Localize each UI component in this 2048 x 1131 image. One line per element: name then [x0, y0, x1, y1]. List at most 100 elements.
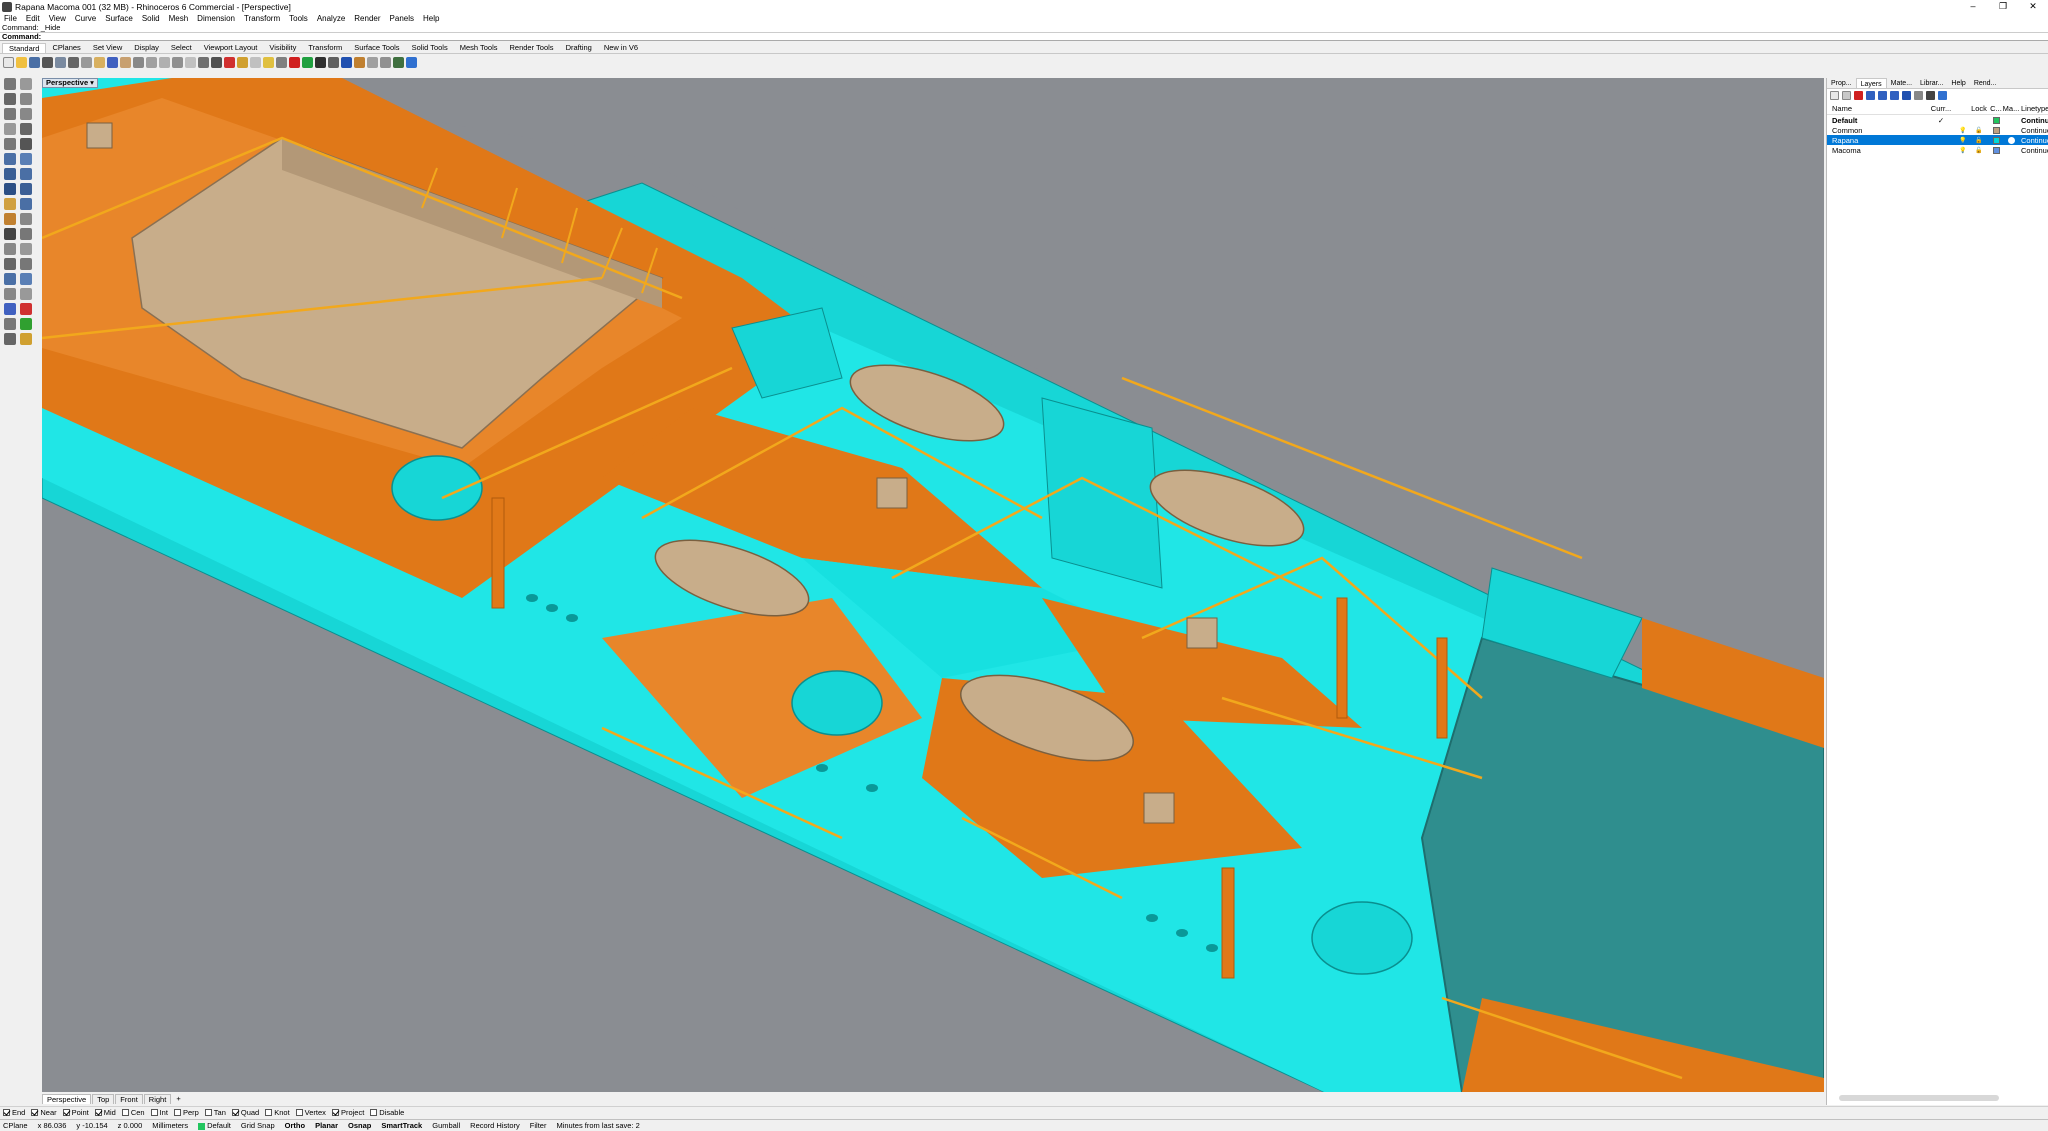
move-icon[interactable]: [4, 258, 16, 270]
toggle-ortho[interactable]: Ortho: [285, 1121, 305, 1130]
panel-tab-materials[interactable]: Mate...: [1887, 78, 1916, 88]
osnap-point[interactable]: Point: [62, 1108, 89, 1117]
toggle-filter[interactable]: Filter: [530, 1121, 547, 1130]
zoom-window-icon[interactable]: [159, 56, 170, 68]
select-arrow-icon[interactable]: [4, 78, 16, 90]
trim-icon[interactable]: [20, 213, 32, 225]
scale-icon[interactable]: [20, 273, 32, 285]
tab-select[interactable]: Select: [165, 43, 198, 53]
layer-name[interactable]: Macoma: [1827, 146, 1925, 155]
layer-material[interactable]: [2003, 136, 2019, 144]
viewport-tab-right[interactable]: Right: [143, 1093, 172, 1104]
checkbox-icon[interactable]: [121, 1108, 129, 1116]
render-tools-icon[interactable]: [20, 333, 32, 345]
checkbox-icon[interactable]: [150, 1108, 158, 1116]
four-viewports-icon[interactable]: [198, 56, 209, 68]
curve-icon[interactable]: [20, 93, 32, 105]
layer-icon[interactable]: [289, 56, 300, 68]
checkbox-icon[interactable]: [204, 1108, 212, 1116]
new-sublayer-icon[interactable]: [1842, 90, 1851, 100]
options-gear-icon[interactable]: [393, 56, 404, 68]
lock-icon[interactable]: 🔓: [1969, 147, 1989, 154]
column-color[interactable]: C...: [1989, 104, 2003, 113]
wrench-icon[interactable]: [1926, 90, 1935, 100]
rhino-app-icon[interactable]: [2, 1, 12, 12]
menu-curve[interactable]: Curve: [75, 14, 96, 23]
viewport-tab-perspective[interactable]: Perspective: [42, 1093, 92, 1104]
rotate-view-icon[interactable]: [133, 56, 144, 68]
layer-row-rapana[interactable]: Rapana 💡🔓 Continuous: [1827, 135, 2048, 145]
open-file-icon[interactable]: [16, 56, 27, 68]
cplane-icon[interactable]: [224, 56, 235, 68]
toggle-planar[interactable]: Planar: [315, 1121, 338, 1130]
sweep-icon[interactable]: [20, 168, 32, 180]
shaded-sphere-icon[interactable]: [315, 56, 326, 68]
panel-tab-properties[interactable]: Prop...: [1827, 78, 1856, 88]
osnap-vertex[interactable]: Vertex: [295, 1108, 326, 1117]
array-grid-icon[interactable]: [4, 303, 16, 315]
layer-name[interactable]: Default: [1827, 116, 1925, 125]
layer-color-swatch[interactable]: [1989, 136, 2003, 144]
toggle-grid-snap[interactable]: Grid Snap: [241, 1121, 275, 1130]
lock-icon[interactable]: [276, 56, 287, 68]
checkbox-icon[interactable]: [31, 1108, 39, 1116]
help-icon[interactable]: [406, 56, 417, 68]
select-filter-icon[interactable]: [237, 56, 248, 68]
arc-icon[interactable]: [20, 108, 32, 120]
layer-linetype[interactable]: Continuous: [2019, 116, 2048, 125]
checkbox-icon[interactable]: [62, 1108, 70, 1116]
menu-mesh[interactable]: Mesh: [169, 14, 189, 23]
toggle-record-history[interactable]: Record History: [470, 1121, 520, 1130]
osnap-disable[interactable]: Disable: [370, 1108, 404, 1117]
grid-icon[interactable]: [211, 56, 222, 68]
paste-icon[interactable]: [94, 56, 105, 68]
osnap-tan[interactable]: Tan: [204, 1108, 226, 1117]
layer-row-macoma[interactable]: Macoma 💡🔓 Continuous: [1827, 145, 2048, 155]
filter-icon[interactable]: [1902, 90, 1911, 100]
join-icon[interactable]: [20, 228, 32, 240]
light-bulb-icon[interactable]: 💡: [1957, 137, 1969, 144]
copy-icon[interactable]: [81, 56, 92, 68]
tab-display[interactable]: Display: [128, 43, 165, 53]
checkbox-icon[interactable]: [173, 1108, 181, 1116]
lock-icon[interactable]: 🔓: [1969, 137, 1989, 144]
import-icon[interactable]: [55, 56, 66, 68]
menu-edit[interactable]: Edit: [26, 14, 40, 23]
viewport-tab-top[interactable]: Top: [92, 1093, 115, 1104]
maximize-button[interactable]: ❐: [1988, 1, 2018, 12]
layer-linetype[interactable]: Continuous: [2019, 146, 2048, 155]
tab-standard[interactable]: Standard: [2, 43, 47, 53]
move-to-parent-icon[interactable]: [1890, 90, 1899, 100]
panel-tab-help[interactable]: Help: [1947, 78, 1969, 88]
tab-set-view[interactable]: Set View: [87, 43, 128, 53]
tab-visibility[interactable]: Visibility: [263, 43, 302, 53]
tab-render-tools[interactable]: Render Tools: [504, 43, 560, 53]
checkbox-icon[interactable]: [331, 1108, 339, 1116]
column-linetype[interactable]: Linetype: [2019, 104, 2048, 113]
tab-transform[interactable]: Transform: [302, 43, 348, 53]
tab-drafting[interactable]: Drafting: [560, 43, 598, 53]
osnap-cen[interactable]: Cen: [121, 1108, 145, 1117]
move-up-icon[interactable]: [1866, 90, 1875, 100]
panel-tab-rendering[interactable]: Rend...: [1970, 78, 2001, 88]
units-label[interactable]: Millimeters: [152, 1121, 188, 1130]
fillet-icon[interactable]: [4, 213, 16, 225]
check-icon[interactable]: [20, 318, 32, 330]
zoom-icon[interactable]: [146, 56, 157, 68]
boolean-icon[interactable]: [20, 198, 32, 210]
delete-layer-icon[interactable]: [1854, 90, 1863, 100]
mirror-icon[interactable]: [4, 288, 16, 300]
tab-surface-tools[interactable]: Surface Tools: [348, 43, 405, 53]
move-down-icon[interactable]: [1878, 90, 1887, 100]
tab-new-in-v6[interactable]: New in V6: [598, 43, 644, 53]
cplane-label[interactable]: CPlane: [3, 1121, 28, 1130]
lock-icon[interactable]: 🔓: [1969, 127, 1989, 134]
surface-icon[interactable]: [4, 153, 16, 165]
circle-icon[interactable]: [4, 108, 16, 120]
checkbox-icon[interactable]: [3, 1108, 10, 1116]
zoom-extents-icon[interactable]: [172, 56, 183, 68]
zoom-selected-icon[interactable]: [185, 56, 196, 68]
osnap-project[interactable]: Project: [331, 1108, 364, 1117]
menu-render[interactable]: Render: [354, 14, 380, 23]
minimize-button[interactable]: –: [1958, 1, 1988, 12]
